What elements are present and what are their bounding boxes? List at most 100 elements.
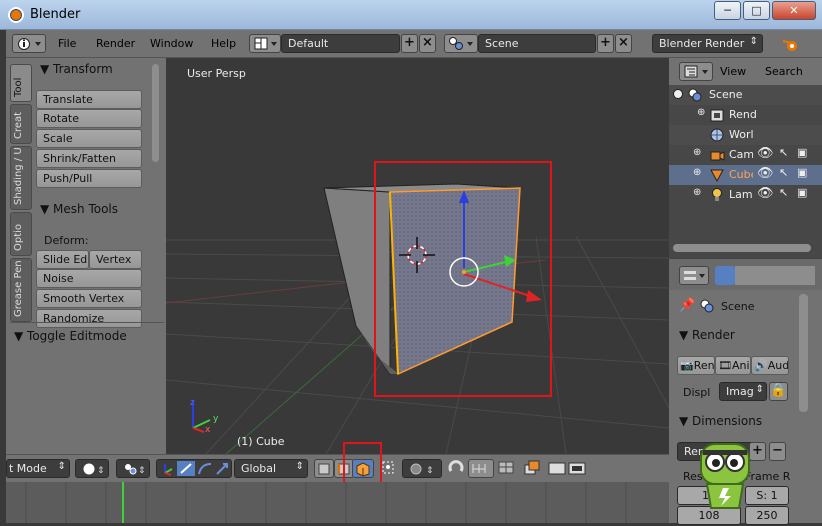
screen-layout-field[interactable]: Default — [281, 34, 400, 53]
expand-icon[interactable]: ⊕ — [697, 107, 705, 118]
properties-editor-type-button[interactable] — [679, 266, 709, 285]
render-layers-tab-icon[interactable] — [735, 266, 755, 285]
render-tab-camera-icon[interactable] — [715, 266, 735, 285]
outliner-row-cube[interactable]: ⊕ Cube 👁 ↖ ▣ — [669, 165, 822, 185]
transform-orientation-dropdown[interactable]: Global ⇕ — [234, 459, 308, 478]
expand-icon[interactable]: ⊕ — [693, 147, 701, 158]
outliner-menu-view[interactable]: View — [720, 65, 746, 78]
randomize-button[interactable]: Randomize — [36, 309, 142, 328]
proportional-edit-dropdown[interactable]: ⇕ — [402, 459, 442, 478]
add-layout-button[interactable]: + — [401, 34, 418, 53]
snap-element-dropdown[interactable] — [468, 459, 494, 478]
tab-options[interactable]: Optio — [10, 212, 32, 256]
viewport-shading-dropdown[interactable]: ⇕ — [75, 459, 109, 478]
eye-icon[interactable]: 👁 — [757, 186, 774, 201]
render-camera-icon[interactable]: ▣ — [797, 186, 807, 199]
screen-layout-browse-button[interactable] — [249, 34, 281, 53]
add-scene-button[interactable]: + — [597, 34, 614, 53]
scene-field[interactable]: Scene — [478, 34, 596, 53]
scene-icon — [449, 37, 473, 50]
tab-grease-pencil[interactable]: Grease Pen — [10, 258, 32, 322]
svg-text:⇕: ⇕ — [138, 466, 145, 476]
smooth-vertex-button[interactable]: Smooth Vertex — [36, 289, 142, 308]
close-button[interactable]: ✕ — [772, 1, 816, 20]
scale-button[interactable]: Scale — [36, 129, 142, 148]
active-object-label: (1) Cube — [237, 435, 285, 448]
tab-create[interactable]: Creat — [10, 104, 32, 144]
cursor-icon[interactable]: ↖ — [779, 186, 788, 199]
render-camera-icon[interactable]: ▣ — [797, 146, 807, 159]
dropdown-arrows-icon: ⇕ — [57, 461, 66, 472]
properties-header — [669, 258, 822, 290]
maximize-button[interactable]: □ — [743, 1, 770, 20]
lock-interface-button[interactable]: 🔒 — [769, 382, 788, 401]
collapse-icon[interactable] — [673, 89, 683, 99]
outliner-row-lamp[interactable]: ⊕ Lamp 👁 ↖ ▣ — [669, 185, 822, 205]
display-mode-dropdown[interactable]: Imag ⇕ — [719, 382, 767, 401]
remove-scene-button[interactable]: × — [615, 34, 632, 53]
editor-type-info-button[interactable] — [12, 34, 46, 53]
rotate-manipulator-icon[interactable] — [198, 463, 212, 475]
tab-shading-uvs[interactable]: Shading / U — [10, 146, 32, 210]
outliner-menu-search[interactable]: Search — [765, 65, 803, 78]
push-pull-button[interactable]: Push/Pull — [36, 169, 142, 188]
noise-button[interactable]: Noise — [36, 269, 142, 288]
outliner-editor-type-button[interactable] — [679, 62, 713, 81]
timeline-area[interactable] — [6, 482, 669, 523]
object-tab-icon[interactable] — [795, 266, 815, 285]
scale-manipulator-icon[interactable] — [216, 463, 228, 475]
camera-icon — [710, 151, 725, 161]
remove-layout-button[interactable]: × — [419, 34, 436, 53]
dimensions-panel-header[interactable]: ▼ Dimensions — [679, 414, 762, 428]
menu-window[interactable]: Window — [150, 37, 193, 50]
scene-browse-button[interactable] — [444, 34, 478, 53]
rotate-button[interactable]: Rotate — [36, 109, 142, 128]
cursor-icon[interactable]: ↖ — [779, 166, 788, 179]
render-camera-icon[interactable]: ▣ — [797, 166, 807, 179]
vertex-select-button[interactable] — [314, 459, 334, 478]
cursor-icon[interactable]: ↖ — [779, 146, 788, 159]
copy-layer-button[interactable] — [522, 459, 542, 478]
manipulator-toggle-icon[interactable] — [164, 464, 173, 476]
tab-tools[interactable]: Tool — [10, 64, 32, 102]
info-icon — [18, 38, 41, 50]
render-animation-button[interactable]: 🎞Ani — [715, 356, 751, 375]
scene-icon — [688, 88, 702, 102]
menu-render[interactable]: Render — [96, 37, 135, 50]
outliner-horizontal-scrollbar[interactable] — [673, 244, 811, 252]
expand-icon[interactable]: ⊕ — [693, 167, 701, 178]
menu-file[interactable]: File — [58, 37, 76, 50]
render-image-button[interactable]: 📷Ren — [677, 356, 715, 375]
toggle-editmode-header[interactable]: ▼ Toggle Editmode — [14, 329, 127, 343]
menu-help[interactable]: Help — [211, 37, 236, 50]
outliner-row-scene[interactable]: Scene — [669, 85, 822, 105]
mode-dropdown[interactable]: t Mode ⇕ — [6, 459, 70, 478]
render-panel-header[interactable]: ▼ Render — [679, 328, 735, 342]
expand-icon[interactable]: ⊕ — [693, 187, 701, 198]
opengl-render-buttons[interactable] — [546, 459, 590, 478]
render-audio-button[interactable]: 🔊Aud — [751, 356, 789, 375]
dropdown-arrows-icon: ⇕ — [295, 461, 304, 472]
render-engine-dropdown[interactable]: Blender Render ⇕ — [652, 34, 763, 53]
properties-scrollbar[interactable] — [799, 294, 808, 412]
slide-vertex-button[interactable]: Vertex — [89, 250, 142, 269]
snap-toggle-button[interactable] — [446, 459, 468, 478]
eye-icon[interactable]: 👁 — [757, 146, 774, 161]
pivot-point-dropdown[interactable]: ⇕ — [116, 459, 150, 478]
mesh-tools-panel-header[interactable]: ▼ Mesh Tools — [40, 202, 118, 216]
remove-preset-button[interactable]: − — [769, 442, 786, 461]
scene-tab-icon[interactable] — [755, 266, 775, 285]
pin-icon[interactable]: 📌 — [679, 298, 695, 313]
eye-icon[interactable]: 👁 — [757, 166, 774, 181]
outliner-row-world[interactable]: Worl — [669, 125, 822, 145]
tool-shelf-scrollbar[interactable] — [152, 64, 159, 162]
render-grid-button[interactable] — [496, 459, 518, 478]
translate-button[interactable]: Translate — [36, 90, 142, 109]
outliner-row-camera[interactable]: ⊕ Cam 👁 ↖ ▣ — [669, 145, 822, 165]
shrink-fatten-button[interactable]: Shrink/Fatten — [36, 149, 142, 168]
outliner-row-render-layers[interactable]: ⊕ Rend — [669, 105, 822, 125]
world-tab-icon[interactable] — [775, 266, 795, 285]
slide-edge-button[interactable]: Slide Ed — [36, 250, 89, 269]
minimize-button[interactable]: ─ — [714, 1, 741, 20]
transform-panel-header[interactable]: ▼ Transform — [40, 62, 113, 76]
